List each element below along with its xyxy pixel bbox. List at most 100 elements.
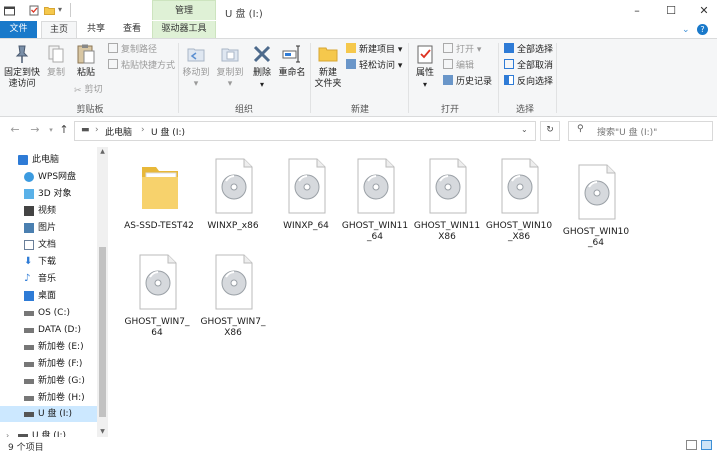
back-button[interactable]: ← [8, 123, 22, 137]
nav-item-3d-objects[interactable]: 3D 对象 [0, 186, 97, 202]
scroll-up-arrow-icon[interactable]: ▲ [97, 147, 108, 157]
help-icon[interactable]: ? [697, 24, 708, 35]
tab-drive-tools[interactable]: 驱动器工具 [152, 21, 216, 39]
file-item-disc-image[interactable]: GHOST_WIN10_64 [559, 157, 633, 261]
disc-image-file-icon [215, 254, 253, 310]
cut-button[interactable]: ✂ 剪切 [74, 83, 103, 97]
search-box[interactable]: ⚲ 搜索"U 盘 (I:)" [568, 121, 713, 141]
drive-icon [24, 396, 34, 401]
tab-file[interactable]: 文件 [0, 21, 37, 39]
easy-access-dropdown-icon: ▾ [395, 61, 403, 71]
nav-item-drive-c[interactable]: OS (C:) [0, 305, 97, 321]
edit-button[interactable]: 编辑 [443, 59, 474, 73]
nav-item-documents[interactable]: 文档 [0, 237, 97, 253]
file-name: GHOST_WIN10_X86 [485, 221, 553, 242]
tab-home[interactable]: 主页 [41, 21, 77, 39]
copy-path-button[interactable]: 复制路径 [108, 43, 157, 57]
drive-icon [24, 379, 34, 384]
move-to-label: 移动到 [182, 68, 210, 78]
nav-item-drive-g[interactable]: 新加卷 (G:) [0, 373, 97, 389]
invert-selection-button[interactable]: 反向选择 [504, 75, 553, 89]
file-item-disc-image[interactable]: GHOST_WIN7_X86 [196, 247, 270, 351]
nav-item-downloads[interactable]: ⬇ 下载 [0, 254, 97, 270]
up-button[interactable]: ↑ [57, 123, 71, 137]
nav-scrollbar-thumb[interactable] [99, 247, 106, 417]
breadcrumb-this-pc[interactable]: 此电脑 [105, 125, 132, 138]
properties-button[interactable]: 属性 ▾ [410, 43, 440, 90]
file-item-disc-image[interactable]: GHOST_WIN10_X86 [482, 151, 556, 255]
edit-label: 编辑 [456, 61, 475, 71]
nav-label: 音乐 [38, 274, 57, 284]
drive-icon [24, 328, 34, 333]
address-bar[interactable]: ▬ › 此电脑 › U 盘 (I:) ⌄ [74, 121, 536, 141]
expand-chevron-icon[interactable]: › [6, 428, 16, 437]
search-icon: ⚲ [577, 124, 584, 134]
maximize-button[interactable]: ☐ [664, 4, 678, 18]
breadcrumb-chevron-icon[interactable]: › [95, 125, 99, 135]
scroll-down-arrow-icon[interactable]: ▼ [97, 427, 108, 437]
cube-icon [24, 189, 34, 199]
properties-quick-icon[interactable] [29, 5, 40, 16]
breadcrumb-usb-drive[interactable]: U 盘 (I:) [151, 125, 185, 138]
scissors-icon: ✂ [74, 86, 82, 96]
copy-button[interactable]: 复制 [42, 43, 70, 79]
details-view-icon[interactable] [686, 440, 697, 450]
nav-item-videos[interactable]: 视频 [0, 203, 97, 219]
pin-quick-access-button[interactable]: 固定到快 速访问 [4, 43, 40, 90]
file-name: WINXP_x86 [207, 221, 259, 231]
copy-to-button[interactable]: 复制到 ▾ [214, 43, 246, 90]
nav-item-this-pc[interactable]: 此电脑 [0, 152, 97, 168]
file-item-disc-image[interactable]: GHOST_WIN7_64 [120, 247, 194, 351]
tab-share[interactable]: 共享 [80, 21, 112, 39]
history-button[interactable]: 历史记录 [443, 75, 492, 89]
document-icon [24, 240, 34, 250]
nav-item-desktop[interactable]: 桌面 [0, 288, 97, 304]
nav-item-usb-drive-root[interactable]: › U 盘 (I:) [0, 428, 97, 437]
nav-item-drive-f[interactable]: 新加卷 (F:) [0, 356, 97, 372]
file-item-disc-image[interactable]: GHOST_WIN11X86 [410, 151, 484, 255]
app-icon[interactable] [4, 5, 15, 16]
file-item-disc-image[interactable]: WINXP_x86 [196, 151, 270, 243]
nav-label: 新加卷 (H:) [38, 393, 85, 403]
rename-label: 重命名 [278, 68, 306, 78]
paste-shortcut-button[interactable]: 粘贴快捷方式 [108, 59, 175, 73]
select-none-button[interactable]: 全部取消 [504, 59, 553, 73]
nav-scrollbar[interactable]: ▲ ▼ [97, 147, 108, 437]
address-dropdown-icon[interactable]: ⌄ [521, 125, 528, 134]
new-folder-quick-icon[interactable] [44, 5, 55, 16]
refresh-button[interactable]: ↻ [540, 121, 560, 141]
rename-button[interactable]: 重命名 [276, 43, 308, 79]
status-bar: 9 个项目 [0, 437, 717, 453]
nav-item-drive-e[interactable]: 新加卷 (E:) [0, 339, 97, 355]
easy-access-icon [346, 59, 356, 69]
nav-item-drive-d[interactable]: DATA (D:) [0, 322, 97, 338]
nav-item-drive-h[interactable]: 新加卷 (H:) [0, 390, 97, 406]
nav-item-usb-drive-i[interactable]: U 盘 (I:) [0, 406, 97, 422]
select-all-button[interactable]: 全部选择 [504, 43, 553, 57]
file-name: GHOST_WIN10_64 [562, 227, 630, 248]
close-button[interactable]: ✕ [697, 4, 711, 18]
customize-quick-access-icon[interactable]: ▾ [58, 5, 62, 14]
recent-locations-button[interactable]: ▾ [44, 123, 58, 137]
open-button[interactable]: 打开 ▾ [443, 43, 481, 57]
new-folder-button[interactable]: 新建 文件夹 [312, 43, 344, 90]
file-item-disc-image[interactable]: GHOST_WIN11_64 [338, 151, 412, 255]
nav-item-pictures[interactable]: 图片 [0, 220, 97, 236]
nav-label: 3D 对象 [38, 189, 72, 199]
nav-item-wps-cloud[interactable]: WPS网盘 [0, 169, 97, 185]
nav-item-music[interactable]: ♪ 音乐 [0, 271, 97, 287]
move-to-icon [187, 48, 205, 62]
new-item-button[interactable]: 新建项目 ▾ [346, 43, 402, 57]
move-to-button[interactable]: 移动到 ▾ [180, 43, 212, 90]
delete-button[interactable]: 删除 ▾ [248, 43, 276, 90]
forward-button[interactable]: → [28, 123, 42, 137]
easy-access-button[interactable]: 轻松访问 ▾ [346, 59, 402, 73]
tab-view[interactable]: 查看 [116, 21, 148, 39]
paste-button[interactable]: 粘贴 [72, 43, 100, 79]
file-item-folder[interactable]: AS-SSD-TEST42 [122, 151, 196, 243]
breadcrumb-chevron-icon[interactable]: › [141, 125, 145, 135]
minimize-button[interactable]: – [630, 4, 644, 18]
ribbon-collapse-icon[interactable]: ⌄ [682, 25, 690, 35]
large-icons-view-icon[interactable] [701, 440, 712, 450]
file-item-disc-image[interactable]: WINXP_64 [269, 151, 343, 243]
